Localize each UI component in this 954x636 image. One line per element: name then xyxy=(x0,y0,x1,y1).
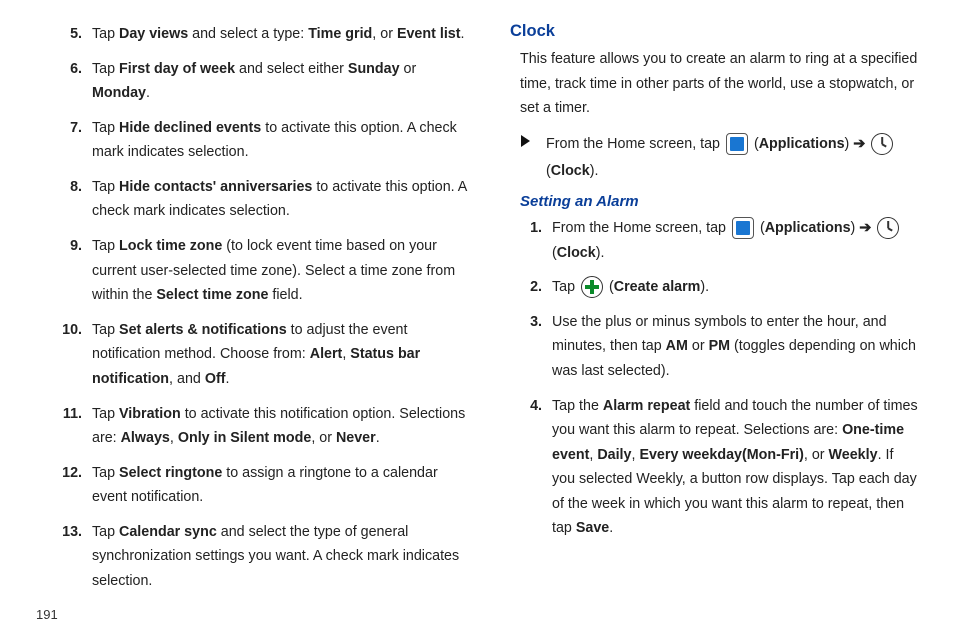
step-number: 1. xyxy=(520,216,552,265)
bold-term: AM xyxy=(666,338,688,354)
step-number: 5. xyxy=(60,22,92,47)
list-item: 13.Tap Calendar sync and select the type… xyxy=(60,520,468,594)
list-item: 5.Tap Day views and select a type: Time … xyxy=(60,22,468,47)
subheading-setting-alarm: Setting an Alarm xyxy=(520,193,918,210)
calendar-steps-list: 5.Tap Day views and select a type: Time … xyxy=(60,22,468,594)
list-item: 11.Tap Vibration to activate this notifi… xyxy=(60,402,468,451)
step-number: 8. xyxy=(60,175,92,224)
bold-term: Select ringtone xyxy=(119,465,222,481)
bullet-text: From the Home screen, tap (Applications)… xyxy=(546,131,918,185)
step-text: Tap Calendar sync and select the type of… xyxy=(92,520,468,594)
step-text: Tap First day of week and select either … xyxy=(92,57,468,106)
bold-term: Every weekday(Mon-Fri) xyxy=(639,447,803,463)
step-text: Tap Day views and select a type: Time gr… xyxy=(92,22,468,47)
step-text: Use the plus or minus symbols to enter t… xyxy=(552,310,918,384)
step-text: Tap (Create alarm). xyxy=(552,275,918,300)
bold-term: Calendar sync xyxy=(119,524,217,540)
arrow-icon: ➔ xyxy=(859,220,871,236)
bold-term: Vibration xyxy=(119,406,181,422)
list-item: 3.Use the plus or minus symbols to enter… xyxy=(520,310,918,384)
bold-term: Alarm repeat xyxy=(603,398,690,414)
list-item: 2.Tap (Create alarm). xyxy=(520,275,918,300)
bold-term: Hide declined events xyxy=(119,120,261,136)
bold-term: Time grid xyxy=(308,26,372,42)
arrow-icon: ➔ xyxy=(853,136,865,152)
applications-icon xyxy=(732,217,754,239)
clock-nav-bullet: From the Home screen, tap (Applications)… xyxy=(510,131,918,185)
bold-term: Clock xyxy=(557,245,596,261)
list-item: 10.Tap Set alerts & notifications to adj… xyxy=(60,318,468,392)
bold-term: Monday xyxy=(92,85,146,101)
alarm-steps-list: 1.From the Home screen, tap (Application… xyxy=(510,216,918,541)
step-number: 9. xyxy=(60,234,92,308)
list-item: 1.From the Home screen, tap (Application… xyxy=(520,216,918,265)
step-number: 4. xyxy=(520,394,552,541)
bold-term: Alert xyxy=(310,346,343,362)
bold-term: Daily xyxy=(597,447,631,463)
bold-term: Always xyxy=(121,430,170,446)
step-text: Tap Lock time zone (to lock event time b… xyxy=(92,234,468,308)
clock-icon xyxy=(871,133,893,155)
step-number: 6. xyxy=(60,57,92,106)
bold-term: Select time zone xyxy=(156,287,268,303)
step-text: Tap the Alarm repeat field and touch the… xyxy=(552,394,918,541)
page-number: 191 xyxy=(36,607,58,622)
list-item: 9.Tap Lock time zone (to lock event time… xyxy=(60,234,468,308)
step-text: Tap Set alerts & notifications to adjust… xyxy=(92,318,468,392)
manual-page: 5.Tap Day views and select a type: Time … xyxy=(0,0,954,636)
step-text: Tap Hide declined events to activate thi… xyxy=(92,116,468,165)
bold-term: Only in Silent mode xyxy=(178,430,311,446)
bold-term: Set alerts & notifications xyxy=(119,322,287,338)
bold-term: Save xyxy=(576,520,609,536)
bold-term: Applications xyxy=(759,136,845,152)
bold-term: Weekly xyxy=(829,447,878,463)
list-item: 12.Tap Select ringtone to assign a ringt… xyxy=(60,461,468,510)
bold-term: Create alarm xyxy=(614,279,701,295)
bold-term: Never xyxy=(336,430,376,446)
step-number: 10. xyxy=(60,318,92,392)
step-number: 3. xyxy=(520,310,552,384)
clock-intro: This feature allows you to create an ala… xyxy=(520,47,918,121)
triangle-bullet-icon xyxy=(521,135,530,147)
bold-term: PM xyxy=(709,338,730,354)
step-text: Tap Hide contacts' anniversaries to acti… xyxy=(92,175,468,224)
step-text: From the Home screen, tap (Applications)… xyxy=(552,216,918,265)
right-column: Clock This feature allows you to create … xyxy=(510,22,918,636)
bold-term: Applications xyxy=(765,220,851,236)
left-column: 5.Tap Day views and select a type: Time … xyxy=(36,22,468,636)
list-item: 4.Tap the Alarm repeat field and touch t… xyxy=(520,394,918,541)
step-number: 7. xyxy=(60,116,92,165)
bold-term: Clock xyxy=(551,163,590,179)
step-number: 2. xyxy=(520,275,552,300)
step-text: Tap Select ringtone to assign a ringtone… xyxy=(92,461,468,510)
step-number: 12. xyxy=(60,461,92,510)
step-number: 13. xyxy=(60,520,92,594)
step-number: 11. xyxy=(60,402,92,451)
list-item: 7.Tap Hide declined events to activate t… xyxy=(60,116,468,165)
bold-term: Hide contacts' anniversaries xyxy=(119,179,312,195)
section-heading-clock: Clock xyxy=(510,22,918,41)
applications-icon xyxy=(726,133,748,155)
list-item: 6.Tap First day of week and select eithe… xyxy=(60,57,468,106)
clock-icon xyxy=(877,217,899,239)
bold-term: Lock time zone xyxy=(119,238,222,254)
bold-term: Event list xyxy=(397,26,461,42)
step-text: Tap Vibration to activate this notificat… xyxy=(92,402,468,451)
bold-term: Off xyxy=(205,371,226,387)
bold-term: First day of week xyxy=(119,61,235,77)
bold-term: Status bar notification xyxy=(92,346,420,387)
create-alarm-icon xyxy=(581,276,603,298)
bold-term: Sunday xyxy=(348,61,400,77)
bold-term: Day views xyxy=(119,26,188,42)
list-item: 8.Tap Hide contacts' anniversaries to ac… xyxy=(60,175,468,224)
